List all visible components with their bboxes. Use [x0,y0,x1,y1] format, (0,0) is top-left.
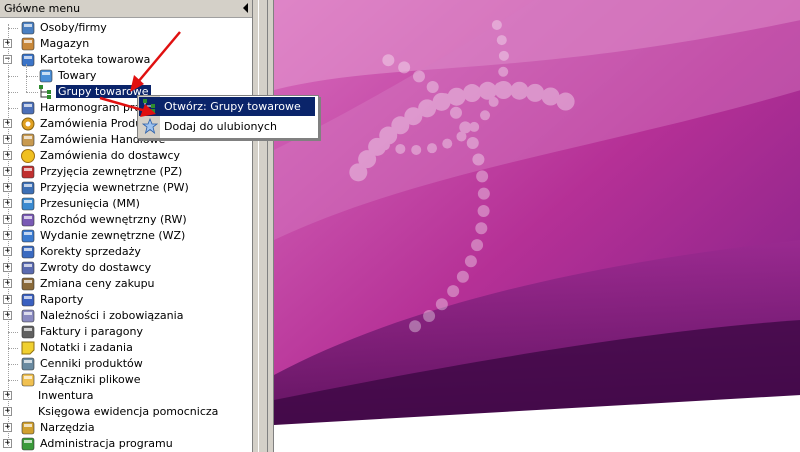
annotation-arrows [99,31,181,117]
